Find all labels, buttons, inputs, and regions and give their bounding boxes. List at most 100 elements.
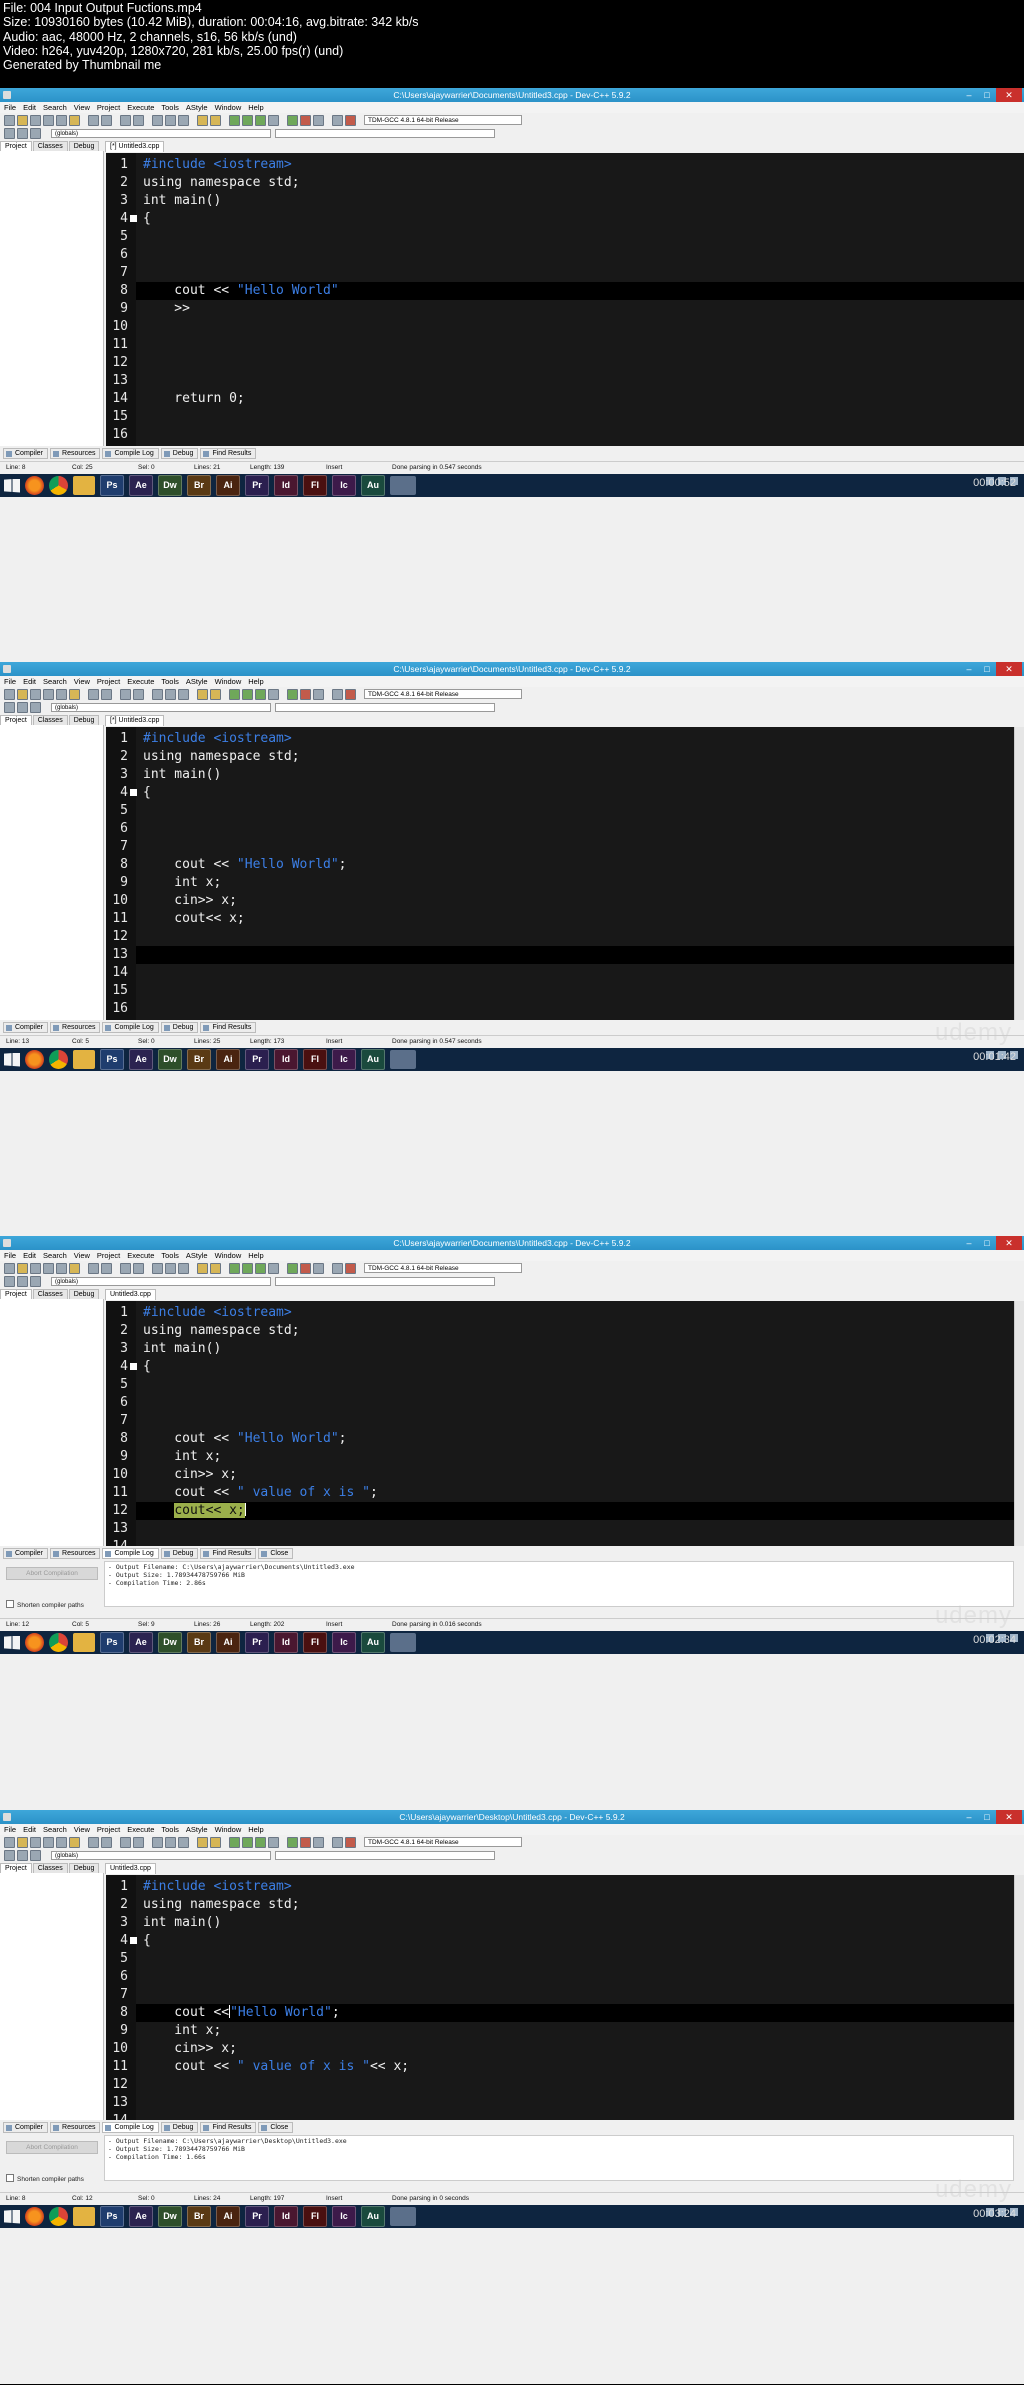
open-icon[interactable] [17,688,28,700]
tab-project[interactable]: Project [0,715,32,725]
taskbar-app-br[interactable]: Br [187,475,211,496]
undo-icon[interactable] [88,688,99,700]
compile-icon[interactable] [229,1262,240,1274]
taskbar-app-ic[interactable]: Ic [332,1632,356,1653]
save-icon[interactable] [30,114,41,126]
open-project-icon[interactable] [210,1836,221,1848]
back-icon[interactable] [152,688,163,700]
taskbar-app-pr[interactable]: Pr [245,1049,269,1070]
file-tab[interactable]: Untitled3.cpp [105,1289,156,1300]
firefox-icon[interactable] [25,1633,44,1652]
find-icon[interactable] [120,1262,131,1274]
close-icon[interactable]: ✕ [996,662,1022,676]
find-icon[interactable] [120,688,131,700]
unindent-icon[interactable] [17,127,28,139]
profile-icon[interactable] [332,1262,343,1274]
compiler-select[interactable]: TDM-GCC 4.8.1 64-bit Release [364,1263,522,1273]
file-tab[interactable]: [*] Untitled3.cpp [105,141,165,152]
unindent-icon[interactable] [17,701,28,713]
menu-item-edit[interactable]: Edit [23,102,36,113]
menu-item-help[interactable]: Help [248,1250,263,1261]
bottom-tab-compiler[interactable]: Compiler [3,448,49,459]
fold-marker-icon[interactable] [130,789,137,796]
bottom-tab-debug[interactable]: Debug [160,1022,199,1033]
abort-compilation-button[interactable]: Abort Compilation [6,2141,98,2154]
bottom-tab-compile-log[interactable]: Compile Log [102,2122,159,2133]
unindent-icon[interactable] [17,1275,28,1287]
new-file-icon[interactable] [4,688,15,700]
menu-item-help[interactable]: Help [248,102,263,113]
firefox-icon[interactable] [25,2207,44,2226]
maximize-icon[interactable]: □ [978,1810,996,1824]
taskbar-app-ae[interactable]: Ae [129,475,153,496]
bottom-tab-compiler[interactable]: Compiler [3,1548,49,1559]
check-icon[interactable] [287,688,298,700]
menu-item-execute[interactable]: Execute [127,1250,154,1261]
toggle-comment-icon[interactable] [30,701,41,713]
firefox-icon[interactable] [25,1050,44,1069]
file-explorer-icon[interactable] [73,1633,95,1652]
close-file-icon[interactable] [56,1836,67,1848]
taskbar-app-ae[interactable]: Ae [129,1049,153,1070]
taskbar-app-id[interactable]: Id [274,2206,298,2227]
menu-item-help[interactable]: Help [248,1824,263,1835]
taskbar-app-fl[interactable]: Fl [303,1049,327,1070]
shorten-paths-checkbox[interactable]: Shorten compiler paths [6,1600,84,1610]
save-all-icon[interactable] [43,1262,54,1274]
tab-classes[interactable]: Classes [32,715,68,725]
menu-item-search[interactable]: Search [43,1250,67,1261]
compile-icon[interactable] [229,1836,240,1848]
taskbar-app-au[interactable]: Au [361,1049,385,1070]
code-editor[interactable]: 1 #include <iostream> 2 using namespace std… [106,1875,1014,2120]
forward-icon[interactable] [165,688,176,700]
print-icon[interactable] [69,1836,80,1848]
new-project-icon[interactable] [197,114,208,126]
tab-debug[interactable]: Debug [68,1863,100,1873]
menu-item-tools[interactable]: Tools [161,1250,179,1261]
stop-icon[interactable] [300,114,311,126]
taskbar-app-au[interactable]: Au [361,475,385,496]
taskbar-app-id[interactable]: Id [274,1632,298,1653]
new-file-icon[interactable] [4,114,15,126]
close-file-icon[interactable] [56,1262,67,1274]
toggle-comment-icon[interactable] [30,1275,41,1287]
tab-debug[interactable]: Debug [68,141,100,151]
taskbar-app-ae[interactable]: Ae [129,2206,153,2227]
tab-debug[interactable]: Debug [68,1289,100,1299]
delete-profile-icon[interactable] [345,1262,356,1274]
fold-marker-icon[interactable] [130,1937,137,1944]
open-project-icon[interactable] [210,1262,221,1274]
menu-item-tools[interactable]: Tools [161,1824,179,1835]
menu-item-file[interactable]: File [4,676,16,687]
code-editor[interactable]: 1 #include <iostream> 2 using namespace std… [106,1301,1014,1546]
check-icon[interactable] [287,1836,298,1848]
forward-icon[interactable] [165,114,176,126]
class-combo[interactable]: (globals) [51,128,271,138]
debug-icon[interactable] [313,688,324,700]
compile-icon[interactable] [229,114,240,126]
find-icon[interactable] [120,1836,131,1848]
maximize-icon[interactable]: □ [978,1236,996,1250]
bottom-tab-compile-log[interactable]: Compile Log [102,1022,159,1033]
stop-icon[interactable] [300,1262,311,1274]
compiler-select[interactable]: TDM-GCC 4.8.1 64-bit Release [364,689,522,699]
menu-item-project[interactable]: Project [97,676,120,687]
maximize-icon[interactable]: □ [978,88,996,102]
print-icon[interactable] [69,688,80,700]
windows-start-icon[interactable] [4,1052,20,1067]
chrome-icon[interactable] [49,2207,68,2226]
taskbar-app-br[interactable]: Br [187,1049,211,1070]
compile-run-icon[interactable] [255,114,266,126]
goto-icon[interactable] [178,114,189,126]
bottom-tab-resources[interactable]: Resources [50,448,101,459]
menu-item-project[interactable]: Project [97,1250,120,1261]
bottom-tab-resources[interactable]: Resources [50,2122,101,2133]
windows-start-icon[interactable] [4,2209,20,2224]
taskbar-app-ai[interactable]: Ai [216,2206,240,2227]
forward-icon[interactable] [165,1836,176,1848]
menu-item-astyle[interactable]: AStyle [186,1250,208,1261]
menu-item-astyle[interactable]: AStyle [186,676,208,687]
menu-item-window[interactable]: Window [215,676,242,687]
tab-debug[interactable]: Debug [68,715,100,725]
save-icon[interactable] [30,688,41,700]
